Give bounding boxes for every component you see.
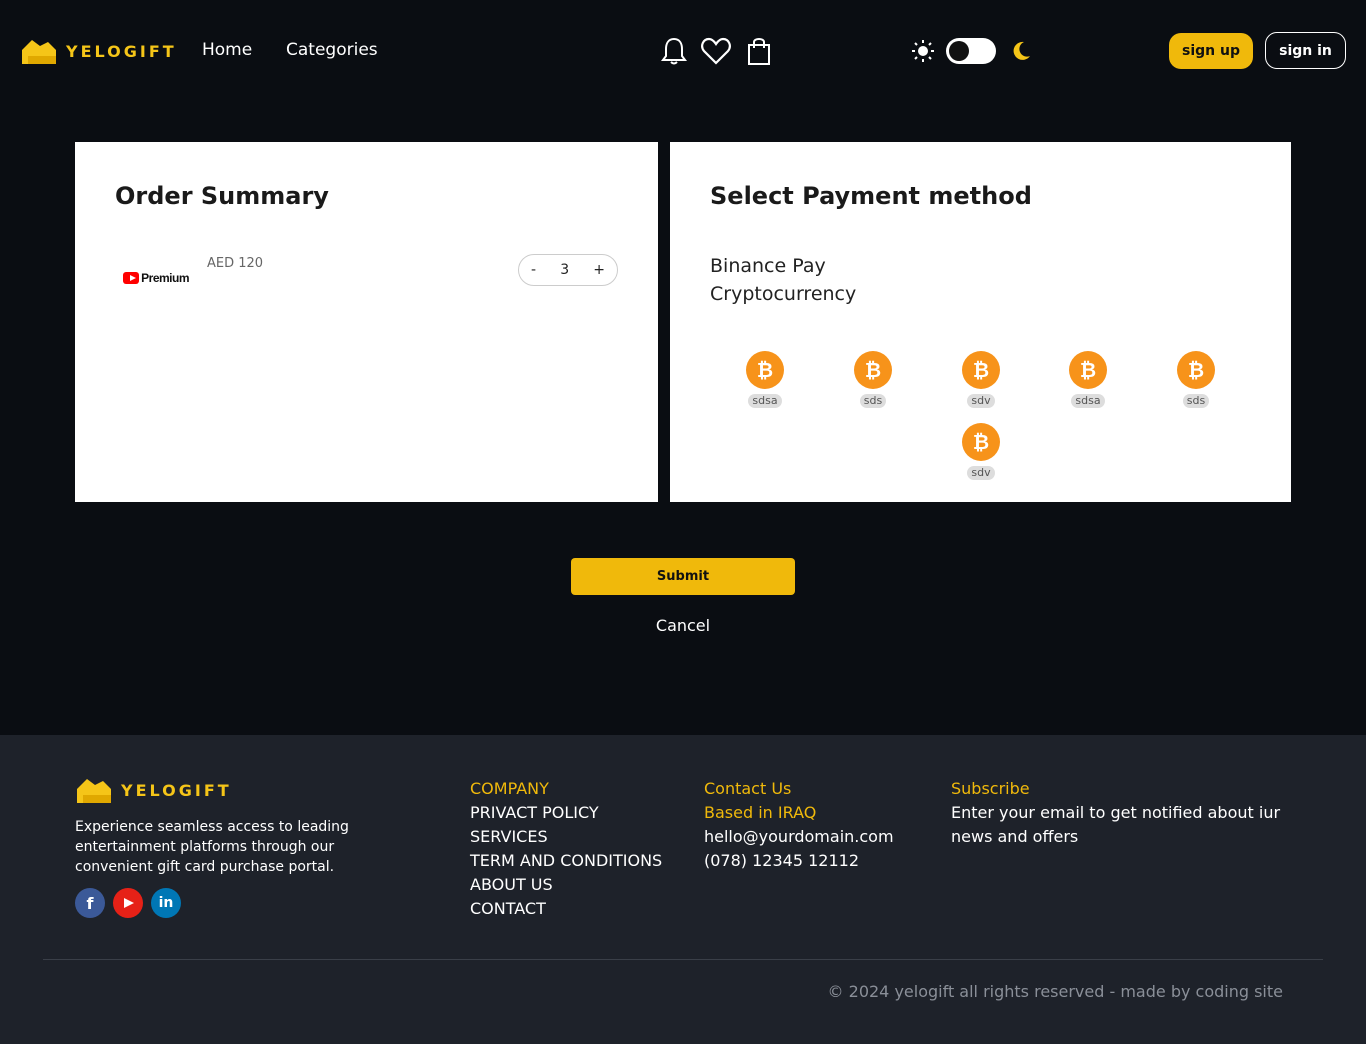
footer-logo[interactable]: YELOGIFT [75,775,232,805]
youtube-icon[interactable] [113,888,143,918]
footer-brand-name: YELOGIFT [121,780,232,800]
moon-icon[interactable] [1010,40,1032,62]
payment-method-card: Select Payment method Binance Pay Crypto… [670,142,1291,502]
coin-option[interactable]: ₿ sdsa [1058,351,1118,408]
footer-link[interactable]: CONTACT [470,897,662,921]
bitcoin-icon: ₿ [1177,351,1215,389]
sign-up-button[interactable]: sign up [1169,33,1253,69]
bitcoin-icon: ₿ [962,423,1000,461]
coin-label: sds [859,394,887,408]
linkedin-icon[interactable]: in [151,888,181,918]
coin-label: sds [1182,394,1210,408]
coin-label: sdv [967,394,995,408]
contact-heading: Contact Us [704,779,792,798]
cancel-button[interactable]: Cancel [633,616,733,635]
coin-label: sdsa [748,394,782,408]
youtube-icon [123,272,140,284]
payment-option-binance[interactable]: Binance Pay [710,255,826,277]
coin-option[interactable]: ₿ sds [1166,351,1226,408]
youtube-premium-logo: Premium [123,268,189,288]
logo-icon [22,40,56,64]
coin-label: sdsa [1071,394,1105,408]
bell-icon[interactable] [660,36,688,66]
theme-toggle[interactable] [946,38,996,64]
facebook-icon[interactable]: f [75,888,105,918]
heart-icon[interactable] [700,36,732,66]
logo-icon [77,779,111,803]
sign-in-button[interactable]: sign in [1265,32,1346,69]
coin-option[interactable]: ₿ sdv [951,351,1011,408]
bitcoin-icon: ₿ [1069,351,1107,389]
header: YELOGIFT Home Categories sign up sign in [0,0,1366,100]
sun-icon[interactable] [912,40,934,62]
copyright: © 2024 yelogift all rights reserved - ma… [827,982,1283,1001]
company-heading: COMPANY [470,779,549,798]
footer: YELOGIFT Experience seamless access to l… [0,735,1366,1044]
brand-name: YELOGIFT [66,41,177,61]
decrement-button[interactable]: - [531,262,536,278]
footer-link[interactable]: SERVICES [470,825,662,849]
bitcoin-icon: ₿ [854,351,892,389]
shopping-bag-icon[interactable] [745,36,773,66]
subscribe-text: Enter your email to get notified about i… [951,803,1281,846]
footer-company-column: COMPANY PRIVACT POLICY SERVICES TERM AND… [470,777,662,921]
brand-logo[interactable]: YELOGIFT [20,36,177,66]
footer-divider [43,959,1323,960]
footer-link[interactable]: ABOUT US [470,873,662,897]
order-summary-card: Order Summary Premium AED 120 - 3 + [75,142,658,502]
product-name: Premium [141,271,189,285]
coin-option[interactable]: ₿ sdsa [735,351,795,408]
footer-subscribe-column: Subscribe Enter your email to get notifi… [951,777,1291,849]
nav-home[interactable]: Home [202,40,252,60]
footer-link[interactable]: PRIVACT POLICY [470,801,662,825]
footer-link[interactable]: TERM AND CONDITIONS [470,849,662,873]
quantity-stepper: - 3 + [518,254,618,286]
contact-phone[interactable]: (078) 12345 12112 [704,849,894,873]
increment-button[interactable]: + [593,262,605,278]
social-links: f in [75,888,181,918]
toggle-knob [949,41,969,61]
submit-button[interactable]: Submit [571,558,795,595]
nav-categories[interactable]: Categories [286,40,378,60]
product-price: AED 120 [207,256,264,271]
bitcoin-icon: ₿ [962,351,1000,389]
coin-label: sdv [967,466,995,480]
coin-option[interactable]: ₿ sdv [951,423,1011,480]
footer-contact-column: Contact Us Based in IRAQ hello@yourdomai… [704,777,894,873]
contact-location: Based in IRAQ [704,803,817,822]
payment-option-crypto[interactable]: Cryptocurrency [710,283,856,305]
subscribe-heading: Subscribe [951,779,1030,798]
bitcoin-icon: ₿ [746,351,784,389]
order-summary-title: Order Summary [115,182,329,210]
quantity-value: 3 [560,262,570,278]
footer-description: Experience seamless access to leading en… [75,819,349,875]
payment-method-title: Select Payment method [710,182,1032,210]
coin-option[interactable]: ₿ sds [843,351,903,408]
contact-email[interactable]: hello@yourdomain.com [704,825,894,849]
